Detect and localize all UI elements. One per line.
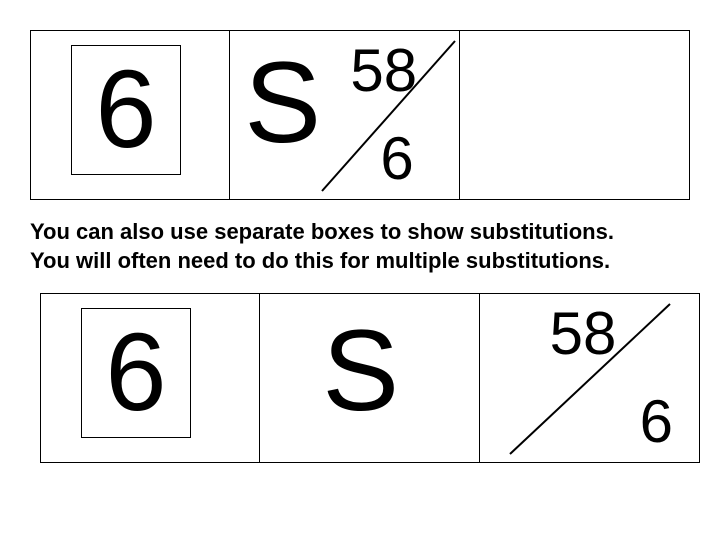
player-number-box: 6 — [81, 308, 191, 438]
player-number-box: 6 — [71, 45, 181, 175]
caption-line2: You will often need to do this for multi… — [30, 247, 720, 276]
s-label: S — [322, 314, 399, 429]
player-number: 6 — [95, 55, 156, 165]
row2-cell-s: S — [260, 294, 479, 462]
page: 6 S 58 6 You can also use separate boxes… — [0, 0, 720, 483]
substitution-row-1: 6 S 58 6 — [30, 30, 690, 200]
row1-cell-substitution: S 58 6 — [230, 31, 459, 199]
diagonal-line — [480, 294, 700, 464]
row2-cell-player: 6 — [41, 294, 260, 462]
row1-cell-empty — [460, 31, 689, 199]
diagonal-line — [230, 31, 460, 201]
caption: You can also use separate boxes to show … — [30, 218, 720, 275]
row1-cell-player: 6 — [31, 31, 230, 199]
player-number: 6 — [105, 318, 166, 428]
row2-cell-substitution: 58 6 — [480, 294, 699, 462]
substitution-row-2: 6 S 58 6 — [40, 293, 700, 463]
caption-line1: You can also use separate boxes to show … — [30, 218, 720, 247]
